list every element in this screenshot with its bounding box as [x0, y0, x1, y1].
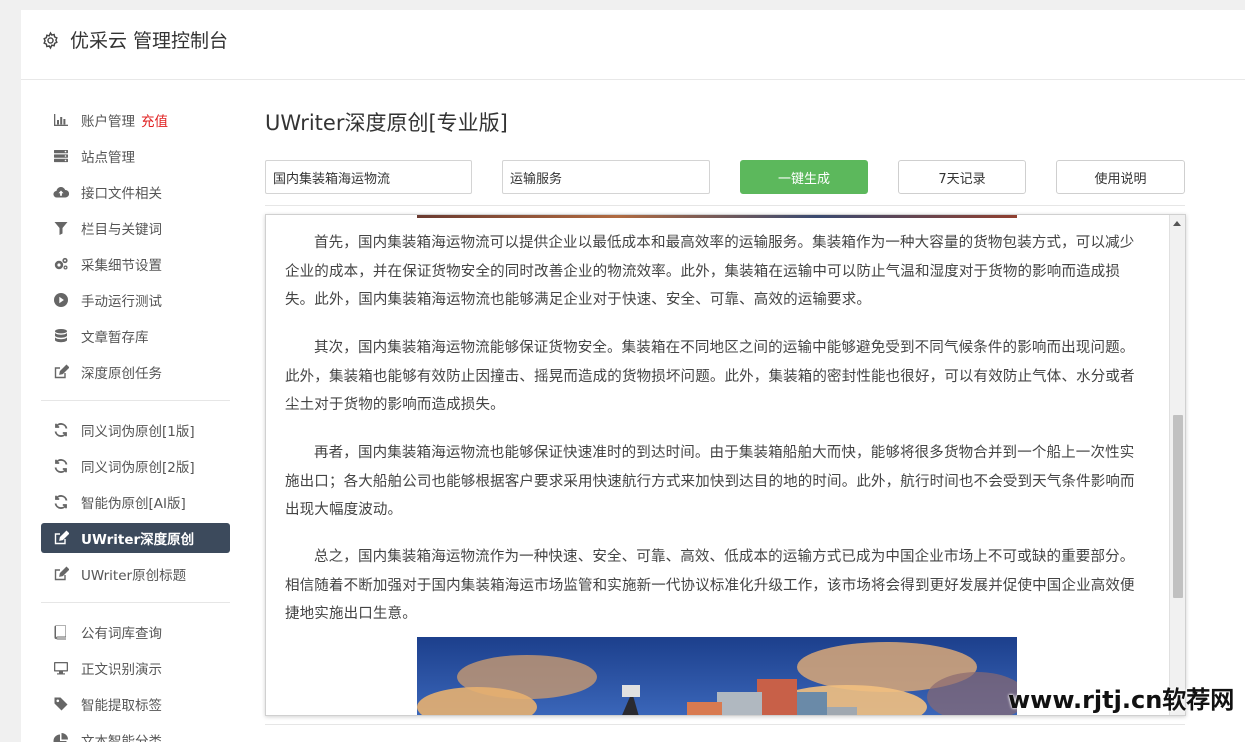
pie-chart-icon [52, 731, 70, 742]
bar-chart-icon [52, 111, 70, 129]
article-paragraph: 其次，国内集装箱海运物流能够保证货物安全。集装箱在不同地区之间的运输中能够避免受… [285, 340, 1135, 413]
tag-icon [52, 695, 70, 713]
gear-icon [43, 31, 58, 50]
sidebar-item-label: 接口文件相关 [81, 186, 162, 202]
app-window: 优采云 管理控制台 账户管理 充值 站点管理 接口文件相关 栏目与关键词 采集细… [21, 10, 1245, 742]
play-circle-icon [52, 291, 70, 309]
sidebar-item-synonym-v1[interactable]: 同义词伪原创[1版] [41, 412, 230, 448]
sidebar-item-label: 智能伪原创[AI版] [81, 496, 186, 512]
sidebar-item-label: 账户管理 [81, 114, 135, 130]
sidebar-item-label: 手动运行测试 [81, 294, 162, 310]
scroll-up-icon[interactable] [1173, 221, 1181, 226]
sidebar-item-manual-test[interactable]: 手动运行测试 [41, 282, 230, 318]
sidebar-item-label: UWriter原创标题 [81, 568, 187, 584]
sidebar-item-collect-settings[interactable]: 采集细节设置 [41, 246, 230, 282]
article-output[interactable]: 首先，国内集装箱海运物流可以提供企业以最低成本和最高效率的运输服务。集装箱作为一… [265, 214, 1186, 716]
sidebar-item-label: 采集细节设置 [81, 258, 162, 274]
sidebar-item-label: 同义词伪原创[1版] [81, 424, 195, 440]
sidebar-item-label: 站点管理 [81, 150, 135, 166]
refresh-icon [52, 493, 70, 511]
generate-button[interactable]: 一键生成 [740, 160, 868, 194]
sidebar-item-account[interactable]: 账户管理 充值 [41, 102, 230, 138]
sidebar-item-label: 文章暂存库 [81, 330, 149, 346]
sidebar-item-interface-files[interactable]: 接口文件相关 [41, 174, 230, 210]
sidebar-item-uwriter-deep[interactable]: UWriter深度原创 [41, 523, 230, 553]
sidebar-item-text-classify[interactable]: 文本智能分类 [41, 722, 230, 742]
help-button[interactable]: 使用说明 [1056, 160, 1185, 194]
header: 优采云 管理控制台 [21, 10, 1245, 80]
sidebar-item-ai-rewrite[interactable]: 智能伪原创[AI版] [41, 484, 230, 520]
sidebar-item-label: UWriter深度原创 [81, 532, 195, 548]
desktop-icon [52, 659, 70, 677]
article-viewport: 首先，国内集装箱海运物流可以提供企业以最低成本和最高效率的运输服务。集装箱作为一… [266, 215, 1170, 715]
toolbar: 一键生成 7天记录 使用说明 [265, 160, 1185, 194]
watermark-text: www.rjtj.cn软荐网 [1008, 686, 1235, 714]
sidebar-item-label: 同义词伪原创[2版] [81, 460, 195, 476]
divider [265, 205, 1185, 206]
cogs-icon [52, 255, 70, 273]
book-icon [52, 623, 70, 641]
article-paragraph: 首先，国内集装箱海运物流可以提供企业以最低成本和最高效率的运输服务。集装箱作为一… [285, 235, 1135, 308]
article-image-top [417, 215, 1017, 218]
sidebar-item-label: 公有词库查询 [81, 626, 162, 642]
scroll-thumb[interactable] [1173, 415, 1183, 598]
container-port-photo [417, 637, 1017, 715]
database-icon [52, 327, 70, 345]
sidebar-item-public-lexicon[interactable]: 公有词库查询 [41, 614, 230, 650]
cloud-upload-icon [52, 183, 70, 201]
filter-icon [52, 219, 70, 237]
sidebar-divider [41, 602, 230, 603]
sidebar-item-label: 栏目与关键词 [81, 222, 162, 238]
server-icon [52, 147, 70, 165]
keyword-input[interactable] [265, 160, 472, 194]
service-input[interactable] [502, 160, 710, 194]
sidebar-item-sites[interactable]: 站点管理 [41, 138, 230, 174]
divider [265, 724, 1185, 725]
sidebar-item-text-recognition[interactable]: 正文识别演示 [41, 650, 230, 686]
sidebar-item-label: 正文识别演示 [81, 662, 162, 678]
sidebar-item-label: 深度原创任务 [81, 366, 162, 382]
sidebar-divider [41, 400, 230, 401]
sidebar: 账户管理 充值 站点管理 接口文件相关 栏目与关键词 采集细节设置 手动运行测试… [41, 102, 230, 742]
history-button[interactable]: 7天记录 [898, 160, 1026, 194]
refresh-icon [52, 421, 70, 439]
recharge-link[interactable]: 充值 [141, 110, 168, 130]
sidebar-item-label: 智能提取标签 [81, 698, 162, 714]
refresh-icon [52, 457, 70, 475]
sidebar-item-label: 文本智能分类 [81, 734, 162, 742]
edit-icon [52, 565, 70, 583]
page-title: UWriter深度原创[专业版] [265, 111, 508, 135]
article-scrollbar[interactable] [1169, 215, 1185, 715]
edit-icon [52, 529, 70, 547]
app-title: 优采云 管理控制台 [70, 30, 229, 52]
sidebar-item-article-storage[interactable]: 文章暂存库 [41, 318, 230, 354]
sidebar-item-extract-tags[interactable]: 智能提取标签 [41, 686, 230, 722]
article-paragraph: 总之，国内集装箱海运物流作为一种快速、安全、可靠、高效、低成本的运输方式已成为中… [285, 549, 1135, 622]
edit-icon [52, 363, 70, 381]
sidebar-item-synonym-v2[interactable]: 同义词伪原创[2版] [41, 448, 230, 484]
sidebar-item-deep-original-tasks[interactable]: 深度原创任务 [41, 354, 230, 390]
main-content: UWriter深度原创[专业版] 一键生成 7天记录 使用说明 首先，国内集装箱… [265, 108, 1186, 716]
sidebar-item-uwriter-title[interactable]: UWriter原创标题 [41, 556, 230, 592]
sidebar-item-columns-keywords[interactable]: 栏目与关键词 [41, 210, 230, 246]
article-paragraph: 再者，国内集装箱海运物流也能够保证快速准时的到达时间。由于集装箱船舶大而快，能够… [285, 445, 1135, 518]
